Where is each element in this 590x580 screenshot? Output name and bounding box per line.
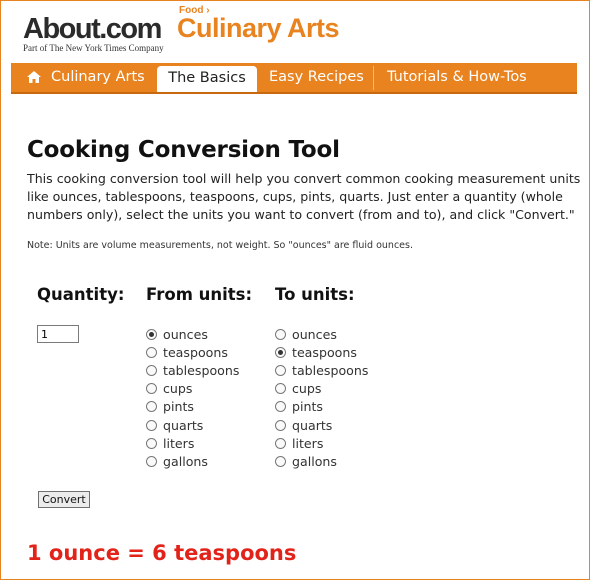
from-units-option-tablespoons[interactable]: tablespoons xyxy=(146,361,239,379)
to-units-option-pints[interactable]: pints xyxy=(275,398,368,416)
from-units-radio-teaspoons[interactable] xyxy=(146,346,157,358)
nav-item-easy-recipes[interactable]: Easy Recipes xyxy=(269,63,364,92)
to-units-option-label: pints xyxy=(292,399,323,415)
page-title: Cooking Conversion Tool xyxy=(27,137,340,163)
to-units-option-teaspoons[interactable]: teaspoons xyxy=(275,343,368,361)
from-units-option-ounces[interactable]: ounces xyxy=(146,325,239,343)
to-units-group: ounces teaspoons tablespoons cups pints quart… xyxy=(275,325,368,471)
to-units-option-label: gallons xyxy=(292,453,337,469)
nav-item-the-basics[interactable]: The Basics xyxy=(157,66,257,92)
to-units-option-tablespoons[interactable]: tablespoons xyxy=(275,361,368,379)
from-units-option-label: quarts xyxy=(163,417,204,433)
to-units-option-label: tablespoons xyxy=(292,362,369,378)
to-units-option-label: quarts xyxy=(292,417,333,433)
to-units-option-gallons[interactable]: gallons xyxy=(275,452,368,470)
from-units-option-gallons[interactable]: gallons xyxy=(146,452,239,470)
from-units-option-pints[interactable]: pints xyxy=(146,398,239,416)
to-units-option-label: teaspoons xyxy=(292,344,357,360)
to-units-radio-cups[interactable] xyxy=(275,383,286,395)
logo-tagline: Part of The New York Times Company xyxy=(23,43,164,53)
to-units-option-ounces[interactable]: ounces xyxy=(275,325,368,343)
to-units-option-label: ounces xyxy=(292,326,337,342)
to-units-radio-ounces[interactable] xyxy=(275,328,286,340)
to-units-label: To units: xyxy=(275,285,355,304)
home-icon[interactable] xyxy=(27,71,41,83)
to-units-option-quarts[interactable]: quarts xyxy=(275,416,368,434)
to-units-option-liters[interactable]: liters xyxy=(275,434,368,452)
about-logo[interactable]: About.com xyxy=(23,13,162,45)
from-units-option-label: ounces xyxy=(163,326,208,342)
to-units-option-cups[interactable]: cups xyxy=(275,380,368,398)
nav-item-culinary-arts[interactable]: Culinary Arts xyxy=(51,63,145,92)
intro-text: This cooking conversion tool will help y… xyxy=(27,171,581,222)
page-frame: About.com Part of The New York Times Com… xyxy=(0,0,590,580)
from-units-option-label: cups xyxy=(163,381,193,397)
main-nav: Culinary Arts The Basics Easy Recipes Tu… xyxy=(11,63,577,94)
from-units-group: ounces teaspoons tablespoons cups pints quart… xyxy=(146,325,239,471)
to-units-radio-liters[interactable] xyxy=(275,437,286,449)
to-units-radio-tablespoons[interactable] xyxy=(275,364,286,376)
quantity-label: Quantity: xyxy=(37,285,125,304)
convert-button[interactable]: Convert xyxy=(38,491,90,508)
from-units-radio-quarts[interactable] xyxy=(146,419,157,431)
from-units-radio-ounces[interactable] xyxy=(146,328,157,340)
from-units-option-label: teaspoons xyxy=(163,344,228,360)
from-units-option-label: pints xyxy=(163,399,194,415)
nav-item-tutorials[interactable]: Tutorials & How-Tos xyxy=(387,63,527,92)
section-title[interactable]: Culinary Arts xyxy=(177,13,340,44)
from-units-option-label: tablespoons xyxy=(163,362,240,378)
conversion-result: 1 ounce = 6 teaspoons xyxy=(27,541,297,565)
from-units-option-label: gallons xyxy=(163,453,208,469)
from-units-label: From units: xyxy=(146,285,253,304)
from-units-radio-liters[interactable] xyxy=(146,437,157,449)
from-units-option-cups[interactable]: cups xyxy=(146,380,239,398)
to-units-radio-teaspoons[interactable] xyxy=(275,346,286,358)
from-units-option-teaspoons[interactable]: teaspoons xyxy=(146,343,239,361)
from-units-radio-pints[interactable] xyxy=(146,401,157,413)
to-units-radio-gallons[interactable] xyxy=(275,455,286,467)
site-header: About.com Part of The New York Times Com… xyxy=(1,1,589,63)
from-units-radio-gallons[interactable] xyxy=(146,455,157,467)
from-units-option-liters[interactable]: liters xyxy=(146,434,239,452)
quantity-input[interactable] xyxy=(37,325,79,343)
to-units-radio-pints[interactable] xyxy=(275,401,286,413)
nav-divider xyxy=(373,66,374,90)
from-units-option-label: liters xyxy=(163,435,195,451)
units-note: Note: Units are volume measurements, not… xyxy=(27,240,413,251)
to-units-option-label: cups xyxy=(292,381,322,397)
to-units-option-label: liters xyxy=(292,435,324,451)
to-units-radio-quarts[interactable] xyxy=(275,419,286,431)
from-units-option-quarts[interactable]: quarts xyxy=(146,416,239,434)
from-units-radio-cups[interactable] xyxy=(146,383,157,395)
from-units-radio-tablespoons[interactable] xyxy=(146,364,157,376)
